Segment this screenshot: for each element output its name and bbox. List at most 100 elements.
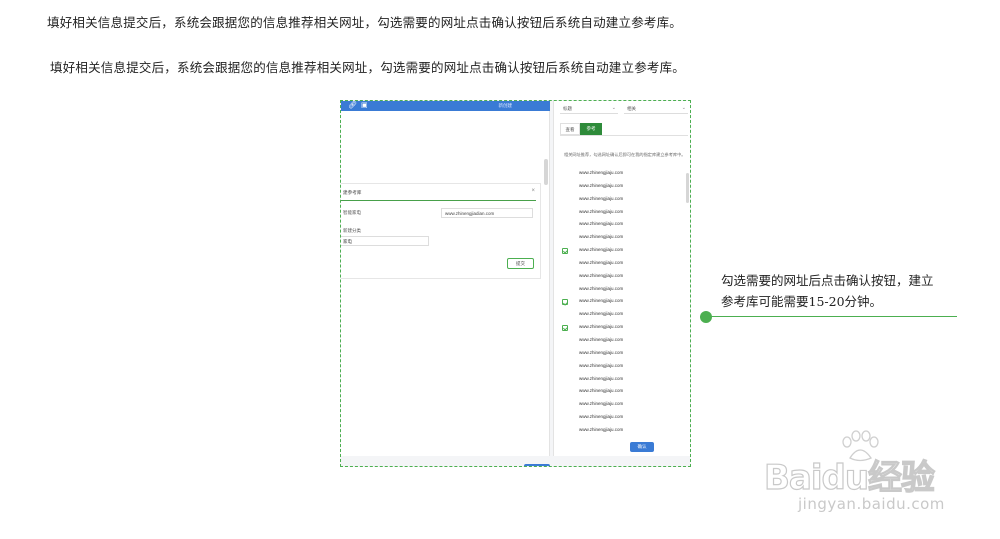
list-item[interactable]: www.zhinengjiaju.com — [562, 285, 680, 298]
list-item-url: www.zhinengjiaju.com — [579, 195, 624, 201]
title-select-value: 标题 — [563, 106, 572, 111]
recommend-note: 相关网址推荐，勾选网址确认后即可在我的指定库建立参考库中。 — [564, 152, 686, 157]
watermark-logo: Baidu经验 — [763, 457, 935, 498]
list-item-url: www.zhinengjiaju.com — [579, 272, 624, 278]
list-item[interactable]: www.zhinengjiaju.com — [562, 426, 680, 439]
list-item[interactable]: www.zhinengjiaju.com — [562, 336, 680, 349]
checkbox[interactable] — [562, 287, 568, 293]
create-reference-dialog: 建参考库 × 智能家电 www.zhinengjiadian.com 新建分类 … — [341, 183, 541, 279]
list-item-url: www.zhinengjiaju.com — [579, 221, 624, 227]
list-item[interactable]: www.zhinengjiaju.com — [562, 169, 680, 182]
checkbox-checked[interactable] — [562, 299, 568, 306]
intro-text-1: 填好相关信息提交后，系统会跟据您的信息推荐相关网址，勾选需要的网址点击确认按钮后… — [47, 15, 683, 30]
list-item-url: www.zhinengjiaju.com — [579, 388, 624, 394]
checkbox[interactable] — [562, 402, 568, 408]
image-icon[interactable]: ▣ — [361, 102, 368, 110]
intro-text-2: 填好相关信息提交后，系统会跟据您的信息推荐相关网址，勾选需要的网址点击确认按钮后… — [50, 60, 686, 75]
toolbar-label[interactable]: 新创建 — [499, 102, 513, 110]
list-item-url: www.zhinengjiaju.com — [579, 170, 624, 175]
list-item[interactable]: www.zhinengjiaju.com — [562, 272, 680, 285]
list-item-url: www.zhinengjiaju.com — [579, 362, 624, 368]
dialog-divider — [341, 200, 536, 201]
list-item[interactable]: www.zhinengjiaju.com — [562, 400, 680, 413]
checkbox[interactable] — [562, 274, 568, 280]
tab-reference[interactable]: 参考 — [580, 123, 602, 135]
list-item-url: www.zhinengjiaju.com — [579, 298, 624, 304]
list-item-url: www.zhinengjiaju.com — [579, 349, 624, 355]
callout-line-2: 参考库可能需要15-20分钟。 — [721, 294, 883, 309]
list-item-url: www.zhinengjiaju.com — [579, 414, 624, 420]
list-item-url: www.zhinengjiaju.com — [579, 208, 624, 214]
url-input[interactable]: www.zhinengjiadian.com — [441, 208, 533, 218]
dialog-title: 建参考库 — [343, 190, 362, 195]
callout-dot — [700, 311, 712, 323]
checkbox[interactable] — [562, 261, 568, 267]
callout-line-1: 勾选需要的网址后点击确认按钮，建立 — [721, 273, 934, 288]
link-icon[interactable]: 🔗︎ — [348, 102, 357, 110]
editor-toolbar: 🔗︎ ▣ 新创建 — [341, 101, 550, 111]
list-item[interactable]: www.zhinengjiaju.com — [562, 297, 680, 310]
tabs-divider — [560, 135, 688, 136]
list-scrollbar[interactable] — [686, 173, 689, 203]
list-item-url: www.zhinengjiaju.com — [579, 426, 624, 432]
watermark-url: jingyan.baidu.com — [798, 495, 945, 513]
list-item[interactable]: www.zhinengjiaju.com — [562, 362, 680, 375]
list-item[interactable]: www.zhinengjiaju.com — [562, 413, 680, 426]
list-item-url: www.zhinengjiaju.com — [579, 285, 624, 291]
list-item[interactable]: www.zhinengjiaju.com — [562, 323, 680, 336]
chevron-down-icon: ⌄ — [611, 105, 616, 111]
list-item-url: www.zhinengjiaju.com — [579, 182, 624, 188]
related-select[interactable]: 相关 ⌄ — [624, 104, 688, 114]
checkbox[interactable] — [562, 377, 568, 383]
callout-connector — [706, 316, 957, 317]
callout-text: 勾选需要的网址后点击确认按钮，建立 参考库可能需要15-20分钟。 — [721, 270, 951, 312]
checkbox[interactable] — [562, 312, 568, 318]
chevron-down-icon: ⌄ — [681, 105, 686, 111]
url-list: www.zhinengjiaju.com www.zhinengjiaju.com… — [562, 169, 680, 439]
submit-button[interactable]: 提交 — [507, 258, 534, 269]
checkbox[interactable] — [562, 364, 568, 370]
list-item-url: www.zhinengjiaju.com — [579, 324, 624, 330]
checkbox[interactable] — [562, 415, 568, 421]
close-icon[interactable]: × — [531, 188, 535, 194]
list-item[interactable]: www.zhinengjiaju.com — [562, 233, 680, 246]
list-item-url: www.zhinengjiaju.com — [579, 234, 624, 240]
keyword-label: 智能家电 — [343, 210, 361, 215]
list-item[interactable]: www.zhinengjiaju.com — [562, 310, 680, 323]
list-item[interactable]: www.zhinengjiaju.com — [562, 259, 680, 272]
related-select-value: 相关 — [627, 106, 636, 111]
ui-screenshot: 🔗︎ ▣ 新创建 建参考库 × 智能家电 www.zhinengjiadian.… — [340, 100, 691, 467]
checkbox-checked[interactable] — [562, 325, 568, 332]
checkbox[interactable] — [562, 171, 568, 177]
checkbox[interactable] — [562, 235, 568, 241]
editor-scrollbar[interactable] — [544, 159, 548, 185]
checkbox[interactable] — [562, 351, 568, 357]
list-item[interactable]: www.zhinengjiaju.com — [562, 208, 680, 221]
bottom-tab — [524, 464, 550, 466]
checkbox[interactable] — [562, 389, 568, 395]
list-item[interactable]: www.zhinengjiaju.com — [562, 182, 680, 195]
list-item-url: www.zhinengjiaju.com — [579, 247, 624, 253]
list-item[interactable]: www.zhinengjiaju.com — [562, 349, 680, 362]
list-item[interactable]: www.zhinengjiaju.com — [562, 220, 680, 233]
checkbox[interactable] — [562, 184, 568, 190]
list-item[interactable]: www.zhinengjiaju.com — [562, 387, 680, 400]
title-select[interactable]: 标题 ⌄ — [560, 104, 618, 114]
checkbox[interactable] — [562, 197, 568, 203]
list-item-url: www.zhinengjiaju.com — [579, 259, 624, 265]
checkbox[interactable] — [562, 210, 568, 216]
confirm-button[interactable]: 确认 — [630, 442, 654, 452]
recommend-panel: 标题 ⌄ 相关 ⌄ 查看 参考 相关网址推荐，勾选网址确认后即可在我的指定库建立… — [553, 101, 690, 456]
list-item[interactable]: www.zhinengjiaju.com — [562, 195, 680, 208]
category-input[interactable]: 家电 — [341, 236, 429, 246]
list-item-url: www.zhinengjiaju.com — [579, 375, 624, 381]
tab-view[interactable]: 查看 — [560, 123, 580, 135]
watermark: Baidu经验 jingyan.baidu.com — [760, 430, 960, 520]
checkbox[interactable] — [562, 428, 568, 434]
list-item-url: www.zhinengjiaju.com — [579, 311, 624, 317]
list-item[interactable]: www.zhinengjiaju.com — [562, 246, 680, 259]
checkbox[interactable] — [562, 338, 568, 344]
checkbox-checked[interactable] — [562, 248, 568, 255]
checkbox[interactable] — [562, 222, 568, 228]
list-item[interactable]: www.zhinengjiaju.com — [562, 375, 680, 388]
